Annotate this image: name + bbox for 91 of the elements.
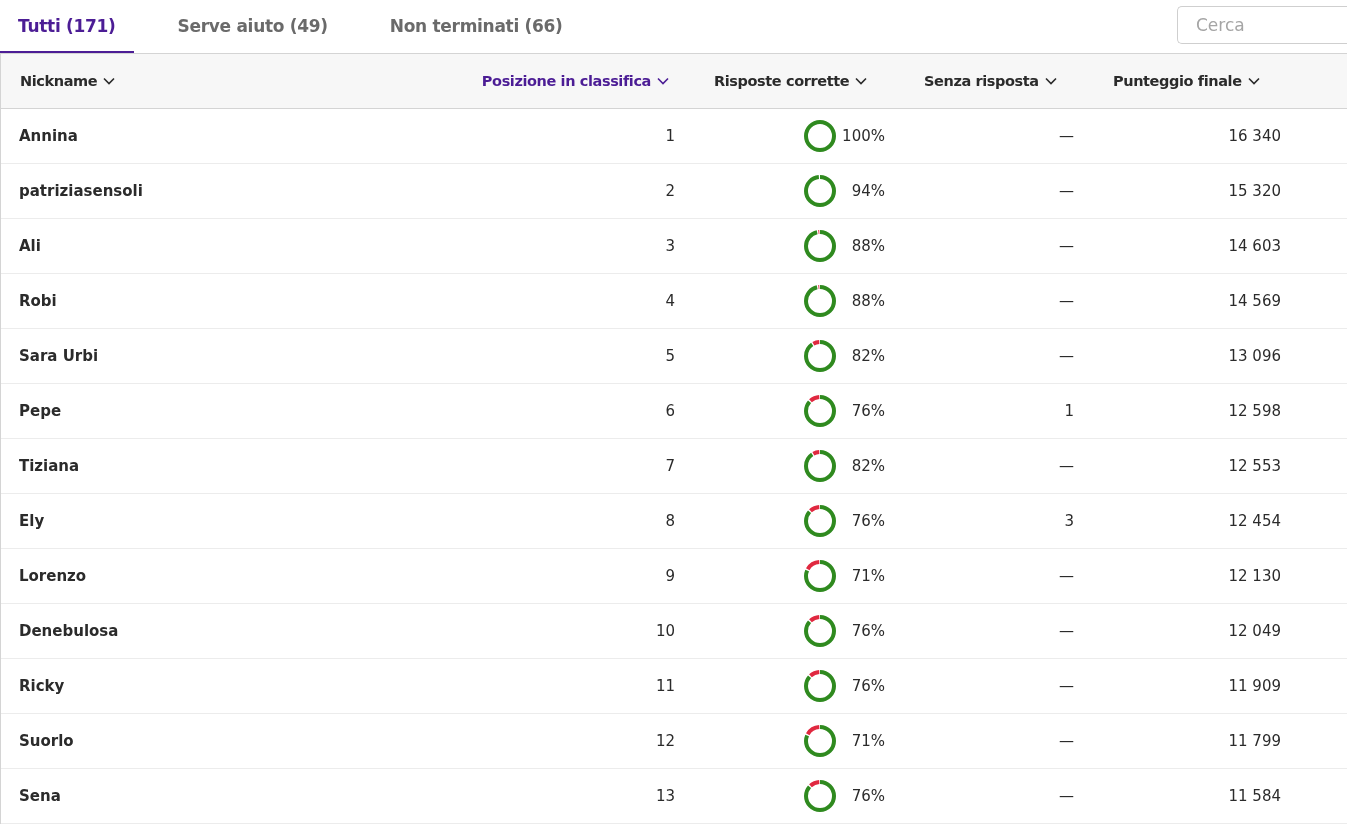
unanswered-count: — — [1059, 677, 1074, 695]
nickname: Ali — [19, 237, 41, 255]
score-donut-icon — [803, 174, 837, 208]
percent-correct: 94% — [850, 182, 885, 200]
score-donut-icon — [803, 614, 837, 648]
score-donut-icon — [803, 394, 837, 428]
unanswered-count: 1 — [1064, 402, 1074, 420]
final-score: 16 340 — [1228, 127, 1281, 145]
nickname: Ricky — [19, 677, 65, 695]
nickname: Robi — [19, 292, 57, 310]
percent-correct: 88% — [850, 292, 885, 310]
rank-number: 4 — [665, 292, 675, 310]
score-donut-icon — [803, 669, 837, 703]
column-header[interactable]: Nickname — [1, 73, 441, 89]
final-score: 14 569 — [1228, 292, 1281, 310]
unanswered-count: — — [1059, 732, 1074, 750]
final-score: 12 598 — [1228, 402, 1281, 420]
final-score: 15 320 — [1228, 182, 1281, 200]
unanswered-count: — — [1059, 622, 1074, 640]
final-score: 12 454 — [1228, 512, 1281, 530]
unanswered-count: 3 — [1064, 512, 1074, 530]
unanswered-count: — — [1059, 237, 1074, 255]
percent-correct: 71% — [850, 732, 885, 750]
unanswered-count: — — [1059, 127, 1074, 145]
rank-number: 9 — [665, 567, 675, 585]
column-header[interactable]: Senza risposta — [891, 73, 1076, 89]
rank-number: 13 — [655, 787, 675, 805]
percent-correct: 76% — [850, 402, 885, 420]
rank-number: 6 — [665, 402, 675, 420]
percent-correct: 76% — [850, 512, 885, 530]
score-donut-icon — [803, 504, 837, 538]
final-score: 11 799 — [1228, 732, 1281, 750]
nickname: Pepe — [19, 402, 62, 420]
score-donut-icon — [803, 339, 837, 373]
nickname: Lorenzo — [19, 567, 87, 585]
rank-number: 5 — [665, 347, 675, 365]
percent-correct: 76% — [850, 787, 885, 805]
rank-number: 2 — [665, 182, 675, 200]
search-field[interactable]: Cerca — [1177, 6, 1347, 44]
nickname: Suorlo — [19, 732, 74, 750]
percent-correct: 76% — [850, 622, 885, 640]
score-donut-icon — [803, 779, 837, 813]
column-header[interactable]: Punteggio finale — [1076, 73, 1281, 89]
score-donut-icon — [803, 229, 837, 263]
percent-correct: 82% — [850, 347, 885, 365]
rank-number: 3 — [665, 237, 675, 255]
unanswered-count: — — [1059, 292, 1074, 310]
column-header[interactable]: Risposte corrette — [691, 73, 891, 89]
score-donut-icon — [803, 119, 837, 153]
unanswered-count: — — [1059, 787, 1074, 805]
final-score: 11 584 — [1228, 787, 1281, 805]
score-donut-icon — [803, 284, 837, 318]
chevron-down-icon — [103, 77, 116, 85]
rank-number: 8 — [665, 512, 675, 530]
column-header[interactable]: Posizione in classifica — [441, 73, 691, 89]
nickname: Denebulosa — [19, 622, 119, 640]
chevron-down-icon — [1247, 77, 1260, 85]
rank-number: 10 — [655, 622, 675, 640]
chevron-down-icon — [855, 77, 868, 85]
final-score: 13 096 — [1228, 347, 1281, 365]
filter-tab[interactable]: Non terminati (66) — [371, 0, 581, 53]
nickname: patriziasensoli — [19, 182, 143, 200]
percent-correct: 76% — [850, 677, 885, 695]
unanswered-count: — — [1059, 567, 1074, 585]
nickname: Sena — [19, 787, 61, 805]
percent-correct: 88% — [850, 237, 885, 255]
chevron-down-icon — [657, 77, 669, 85]
unanswered-count: — — [1059, 182, 1074, 200]
nickname: Ely — [19, 512, 45, 530]
nickname: Sara Urbi — [19, 347, 99, 365]
rank-number: 7 — [665, 457, 675, 475]
unanswered-count: — — [1059, 457, 1074, 475]
score-donut-icon — [803, 449, 837, 483]
unanswered-count: — — [1059, 347, 1074, 365]
final-score: 14 603 — [1228, 237, 1281, 255]
rank-number: 11 — [655, 677, 675, 695]
final-score: 12 130 — [1228, 567, 1281, 585]
rank-number: 12 — [655, 732, 675, 750]
nickname: Tiziana — [19, 457, 80, 475]
chevron-down-icon — [1044, 77, 1057, 85]
final-score: 12 553 — [1228, 457, 1281, 475]
percent-correct: 71% — [850, 567, 885, 585]
score-donut-icon — [803, 559, 837, 593]
final-score: 12 049 — [1228, 622, 1281, 640]
score-donut-icon — [803, 724, 837, 758]
percent-correct: 82% — [850, 457, 885, 475]
nickname: Annina — [19, 127, 78, 145]
final-score: 11 909 — [1228, 677, 1281, 695]
rank-number: 1 — [665, 127, 675, 145]
filter-tab[interactable]: Serve aiuto (49) — [159, 0, 346, 53]
percent-correct: 100% — [841, 127, 885, 145]
